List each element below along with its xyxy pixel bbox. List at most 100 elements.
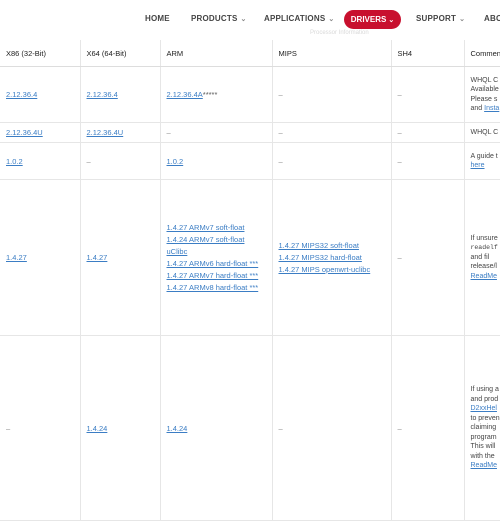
driver-link[interactable]: 1.4.27 ARMv7 hard-float *** bbox=[167, 270, 266, 282]
table-header-row: X86 (32-Bit) X64 (64-Bit) ARM MIPS SH4 C… bbox=[0, 40, 500, 67]
driver-link[interactable]: 1.4.27 ARMv8 hard-float *** bbox=[167, 282, 266, 294]
comment-line: ReadMe bbox=[471, 461, 500, 471]
header-sh4: SH4 bbox=[391, 40, 464, 67]
cell-sh4: – bbox=[391, 67, 464, 123]
cell-comment: If unsure readelf and fil release/l Read… bbox=[464, 180, 500, 336]
cell-sh4: – bbox=[391, 336, 464, 521]
comment-line: release/l bbox=[471, 262, 500, 272]
nav-applications-link[interactable]: APPLICATIONS⌄ bbox=[264, 14, 334, 23]
driver-link[interactable]: 1.4.27 MIPS32 soft-float bbox=[279, 240, 385, 252]
nav-ghost-text: Processor Information bbox=[310, 30, 369, 36]
cell-x64: – bbox=[80, 143, 160, 180]
cell-mips: – bbox=[272, 336, 391, 521]
nav-applications-label: APPLICATIONS bbox=[264, 14, 325, 23]
comment-line: readelf bbox=[471, 243, 500, 253]
cell-sh4: – bbox=[391, 123, 464, 143]
comment-link[interactable]: D2xxHel bbox=[471, 405, 497, 412]
table-row: 1.0.2 – 1.0.2 – – A guide t here bbox=[0, 143, 500, 180]
comment-line: program bbox=[471, 433, 500, 443]
header-x86: X86 (32-Bit) bbox=[0, 40, 80, 67]
cell-mips: – bbox=[272, 123, 391, 143]
driver-link[interactable]: 1.4.24 ARMv7 soft-float bbox=[167, 234, 266, 246]
comment-link[interactable]: here bbox=[471, 162, 485, 169]
cell-x64: 2.12.36.4U bbox=[80, 123, 160, 143]
cell-x86: – bbox=[0, 336, 80, 521]
driver-link[interactable]: 1.4.27 ARMv7 soft-float bbox=[167, 222, 266, 234]
comment-line: Please s bbox=[471, 95, 500, 105]
drivers-table: X86 (32-Bit) X64 (64-Bit) ARM MIPS SH4 C… bbox=[0, 40, 500, 521]
driver-link[interactable]: 1.0.2 bbox=[6, 157, 23, 166]
nav-about-link[interactable]: ABO bbox=[484, 14, 500, 23]
comment-line: Available bbox=[471, 85, 500, 95]
cell-arm: 1.4.24 bbox=[160, 336, 272, 521]
driver-link[interactable]: 1.4.24 bbox=[87, 424, 108, 433]
cell-mips: – bbox=[272, 67, 391, 123]
nav-support-label: SUPPORT bbox=[416, 14, 456, 23]
driver-link[interactable]: 1.4.27 ARMv6 hard-float *** bbox=[167, 258, 266, 270]
table-row: 1.4.27 1.4.27 1.4.27 ARMv7 soft-float 1.… bbox=[0, 180, 500, 336]
comment-line: This will bbox=[471, 442, 500, 452]
driver-link[interactable]: 1.4.27 MIPS32 hard-float bbox=[279, 252, 385, 264]
chevron-down-icon: ⌄ bbox=[241, 16, 247, 23]
comment-link[interactable]: ReadMe bbox=[471, 273, 497, 280]
table-row: 2.12.36.4 2.12.36.4 2.12.36.4A***** – – … bbox=[0, 67, 500, 123]
nav-products-link[interactable]: PRODUCTS⌄ bbox=[191, 14, 247, 23]
driver-link[interactable]: 2.12.36.4 bbox=[87, 90, 118, 99]
cell-x86: 2.12.36.4U bbox=[0, 123, 80, 143]
comment-line: ReadMe bbox=[471, 272, 500, 282]
top-navigation: HOME PRODUCTS⌄ APPLICATIONS⌄ DRIVERS⌄ SU… bbox=[0, 0, 500, 41]
nav-drivers-label: DRIVERS bbox=[351, 15, 387, 24]
comment-line: claiming bbox=[471, 423, 500, 433]
comment-line: WHQL C bbox=[471, 128, 500, 138]
cell-x86: 1.4.27 bbox=[0, 180, 80, 336]
driver-link[interactable]: 1.0.2 bbox=[167, 157, 184, 166]
comment-line: A guide t bbox=[471, 152, 500, 162]
comment-text: and bbox=[471, 105, 485, 112]
cell-sh4: – bbox=[391, 180, 464, 336]
cell-mips: – bbox=[272, 143, 391, 180]
driver-link[interactable]: 2.12.36.4 bbox=[6, 90, 37, 99]
header-mips: MIPS bbox=[272, 40, 391, 67]
cell-x64: 1.4.27 bbox=[80, 180, 160, 336]
table-row: – 1.4.24 1.4.24 – – If using a and prod … bbox=[0, 336, 500, 521]
comment-link[interactable]: Insta bbox=[484, 105, 499, 112]
driver-link[interactable]: uClibc bbox=[167, 246, 266, 258]
comment-line: and Insta bbox=[471, 104, 500, 114]
comment-line: If unsure bbox=[471, 234, 500, 244]
cell-arm: 1.0.2 bbox=[160, 143, 272, 180]
chevron-down-icon: ⌄ bbox=[459, 16, 465, 23]
comment-line: WHQL C bbox=[471, 76, 500, 86]
cell-arm: – bbox=[160, 123, 272, 143]
driver-link[interactable]: 1.4.24 bbox=[167, 424, 188, 433]
cell-comment: If using a and prod D2xxHel to preven cl… bbox=[464, 336, 500, 521]
comment-line: here bbox=[471, 161, 500, 171]
cell-x86: 2.12.36.4 bbox=[0, 67, 80, 123]
driver-link[interactable]: 2.12.36.4U bbox=[87, 128, 124, 137]
cell-mips: 1.4.27 MIPS32 soft-float 1.4.27 MIPS32 h… bbox=[272, 180, 391, 336]
comment-link[interactable]: ReadMe bbox=[471, 462, 497, 469]
cell-comment: A guide t here bbox=[464, 143, 500, 180]
driver-link[interactable]: 2.12.36.4U bbox=[6, 128, 43, 137]
comment-line: with the bbox=[471, 452, 500, 462]
cell-arm: 1.4.27 ARMv7 soft-float 1.4.24 ARMv7 sof… bbox=[160, 180, 272, 336]
nav-drivers-link[interactable]: DRIVERS⌄ bbox=[344, 10, 401, 29]
comment-line: and fil bbox=[471, 253, 500, 263]
footnote-marker: ***** bbox=[203, 90, 218, 99]
header-arm: ARM bbox=[160, 40, 272, 67]
cell-comment: WHQL C bbox=[464, 123, 500, 143]
driver-link[interactable]: 1.4.27 bbox=[6, 253, 27, 262]
driver-link[interactable]: 2.12.36.4A bbox=[167, 90, 203, 99]
nav-products-label: PRODUCTS bbox=[191, 14, 238, 23]
driver-link[interactable]: 1.4.27 bbox=[87, 253, 108, 262]
comment-line: and prod bbox=[471, 395, 500, 405]
comment-line: If using a bbox=[471, 385, 500, 395]
cell-x64: 2.12.36.4 bbox=[80, 67, 160, 123]
nav-support-link[interactable]: SUPPORT⌄ bbox=[416, 14, 465, 23]
cell-arm: 2.12.36.4A***** bbox=[160, 67, 272, 123]
comment-line: D2xxHel bbox=[471, 404, 500, 414]
header-x64: X64 (64-Bit) bbox=[80, 40, 160, 67]
cell-x64: 1.4.24 bbox=[80, 336, 160, 521]
driver-link[interactable]: 1.4.27 MIPS openwrt-uclibc bbox=[279, 264, 385, 276]
nav-home-link[interactable]: HOME bbox=[145, 14, 170, 23]
cell-comment: WHQL C Available Please s and Insta bbox=[464, 67, 500, 123]
